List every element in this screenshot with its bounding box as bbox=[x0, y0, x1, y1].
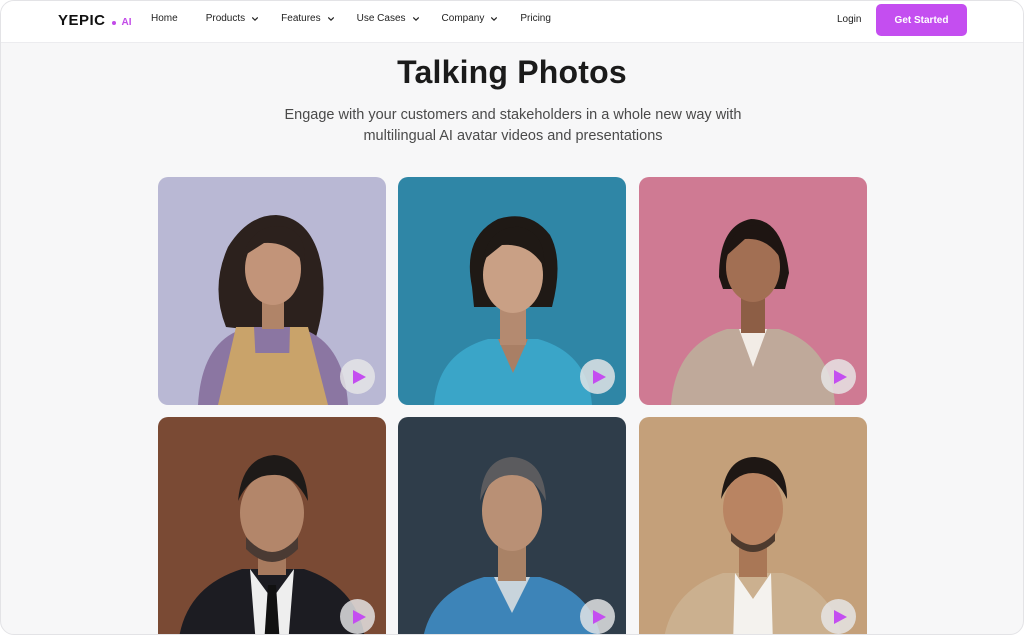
avatar-card[interactable] bbox=[158, 177, 386, 405]
play-button[interactable] bbox=[580, 359, 615, 394]
brand-dot bbox=[111, 21, 116, 25]
play-button[interactable] bbox=[340, 599, 375, 634]
nav-pricing[interactable]: Pricing bbox=[520, 13, 551, 24]
nav-home-label: Home bbox=[151, 13, 178, 24]
avatar-card[interactable] bbox=[639, 417, 867, 634]
play-button[interactable] bbox=[340, 359, 375, 394]
avatar-card[interactable] bbox=[639, 177, 867, 405]
play-icon bbox=[834, 609, 847, 624]
nav-use-cases[interactable]: Use Cases bbox=[357, 13, 420, 24]
brand-name: YEPIC bbox=[58, 12, 106, 29]
play-button[interactable] bbox=[821, 599, 856, 634]
nav-company-label: Company bbox=[441, 13, 485, 24]
nav-home[interactable]: Home bbox=[151, 13, 178, 24]
play-icon bbox=[353, 609, 366, 624]
play-icon bbox=[834, 369, 847, 384]
browser-frame: YEPIC AI Home Products Features Use Case… bbox=[0, 0, 1024, 635]
nav-products[interactable]: Products bbox=[206, 13, 259, 24]
nav-use-cases-label: Use Cases bbox=[356, 13, 406, 24]
nav-pricing-label: Pricing bbox=[520, 13, 551, 24]
brand-suffix: AI bbox=[121, 17, 132, 28]
avatar-card[interactable] bbox=[398, 177, 626, 405]
nav-features[interactable]: Features bbox=[281, 13, 334, 24]
play-icon bbox=[593, 609, 606, 624]
nav-company[interactable]: Company bbox=[442, 13, 499, 24]
page-subtitle: Engage with your customers and stakehold… bbox=[284, 107, 742, 144]
page-title: Talking Photos bbox=[397, 54, 627, 90]
chevron-down-icon bbox=[327, 16, 334, 21]
avatar-card[interactable] bbox=[398, 417, 626, 634]
avatar-card[interactable] bbox=[158, 417, 386, 634]
play-icon bbox=[353, 369, 366, 384]
play-button[interactable] bbox=[821, 359, 856, 394]
brand-logo[interactable]: YEPIC AI bbox=[58, 12, 132, 29]
chevron-down-icon bbox=[412, 16, 419, 21]
top-navigation: YEPIC AI Home Products Features Use Case… bbox=[1, 1, 1023, 43]
main-menu: Home Products Features Use Cases Company… bbox=[151, 13, 551, 24]
chevron-down-icon bbox=[252, 16, 259, 21]
chevron-down-icon bbox=[491, 16, 498, 21]
play-button[interactable] bbox=[580, 599, 615, 634]
login-link[interactable]: Login bbox=[837, 14, 861, 25]
nav-products-label: Products bbox=[205, 13, 246, 24]
nav-features-label: Features bbox=[281, 13, 321, 24]
get-started-button[interactable]: Get Started bbox=[876, 4, 967, 36]
play-icon bbox=[593, 369, 606, 384]
